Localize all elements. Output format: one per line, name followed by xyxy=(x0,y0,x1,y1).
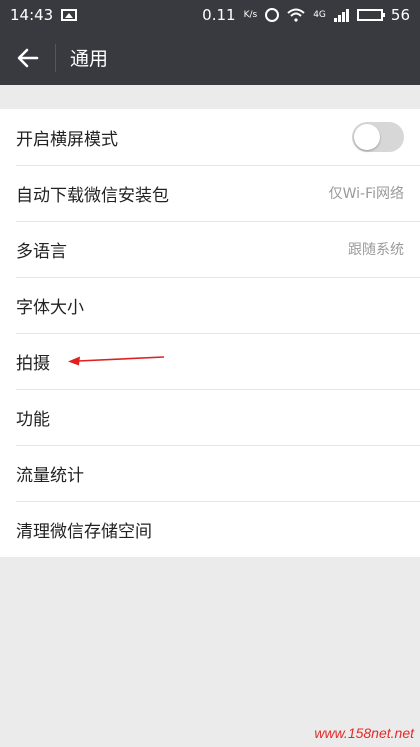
setting-label: 拍摄 xyxy=(16,353,50,374)
setting-label: 流量统计 xyxy=(16,465,84,486)
status-bar: 14:43 0.11 K/s 4G 56 xyxy=(0,0,420,30)
setting-capture[interactable]: 拍摄 xyxy=(0,333,420,389)
signal-icon xyxy=(333,8,349,22)
status-speed: 0.11 xyxy=(202,6,236,24)
wifi-icon xyxy=(287,8,305,22)
page-title: 通用 xyxy=(70,48,109,70)
app-bar: 通用 xyxy=(0,30,420,85)
setting-label: 清理微信存储空间 xyxy=(16,521,152,542)
back-arrow-icon xyxy=(17,48,38,67)
settings-list: 开启横屏模式 自动下载微信安装包 仅Wi-Fi网络 多语言 跟随系统 字体大小 … xyxy=(0,109,420,557)
setting-features[interactable]: 功能 xyxy=(0,389,420,445)
image-notification-icon xyxy=(61,9,78,21)
battery-icon xyxy=(356,9,385,21)
setting-auto-download[interactable]: 自动下载微信安装包 仅Wi-Fi网络 xyxy=(0,165,420,221)
setting-font-size[interactable]: 字体大小 xyxy=(0,277,420,333)
status-right: 0.11 K/s 4G 56 xyxy=(202,6,410,24)
setting-landscape-mode[interactable]: 开启横屏模式 xyxy=(0,109,420,165)
app-bar-divider xyxy=(55,43,56,72)
alarm-icon xyxy=(265,8,280,22)
setting-label: 字体大小 xyxy=(16,297,84,318)
battery-level: 56 xyxy=(390,6,410,24)
setting-language[interactable]: 多语言 跟随系统 xyxy=(0,221,420,277)
watermark: www.158net.net xyxy=(314,725,414,741)
setting-label: 开启横屏模式 xyxy=(16,129,118,150)
setting-data-usage[interactable]: 流量统计 xyxy=(0,445,420,501)
toggle-knob xyxy=(354,124,380,150)
setting-label: 自动下载微信安装包 xyxy=(16,185,169,206)
back-button[interactable] xyxy=(0,30,55,85)
setting-value: 仅Wi-Fi网络 xyxy=(328,186,404,202)
landscape-toggle[interactable] xyxy=(352,122,404,152)
status-left: 14:43 xyxy=(10,6,78,24)
setting-label: 功能 xyxy=(16,409,50,430)
annotation-arrow-icon xyxy=(68,356,165,366)
setting-clear-storage[interactable]: 清理微信存储空间 xyxy=(0,501,420,557)
network-type: 4G xyxy=(313,10,326,20)
status-time: 14:43 xyxy=(10,6,54,24)
status-speed-unit: K/s xyxy=(243,10,258,20)
setting-label: 多语言 xyxy=(16,241,67,262)
setting-value: 跟随系统 xyxy=(348,242,404,258)
